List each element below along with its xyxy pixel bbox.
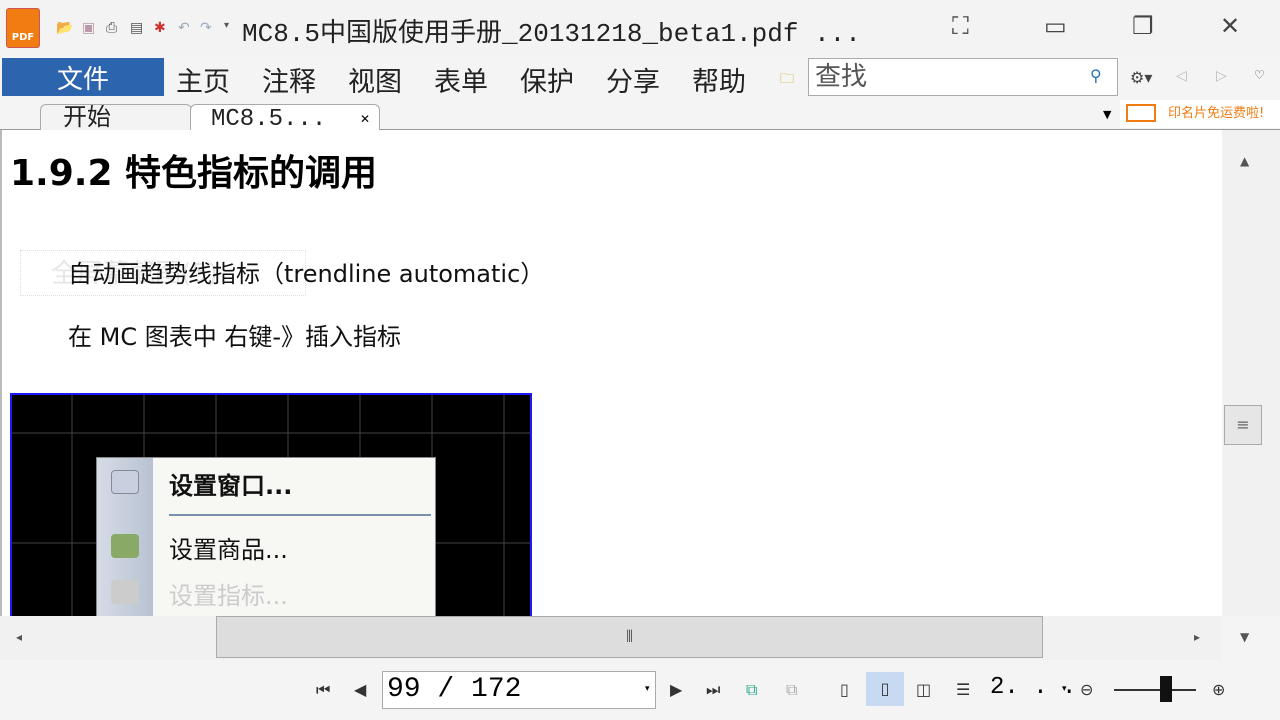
search-icon[interactable]: ⚲ [1090,66,1102,85]
print-icon[interactable]: ⎙ [106,20,117,36]
restore-icon[interactable]: ❐ [1132,12,1154,40]
zoom-in-icon[interactable]: ⊕ [1212,680,1225,699]
menu-view[interactable]: 视图 [348,60,402,99]
context-item-indicator: 设置指标... [169,582,288,610]
facing-pages-icon[interactable]: ◫ [916,680,931,699]
context-item-window: 设置窗口... [169,472,293,500]
horizontal-scroll-thumb[interactable]: ⦀ [216,616,1043,658]
new-icon[interactable]: ✱ [154,20,166,36]
zoom-slider-thumb[interactable] [1160,676,1172,702]
zoom-dropdown-icon[interactable]: ▾ [1062,684,1067,694]
business-card-icon [1126,104,1156,122]
embedded-screenshot: 设置窗口... 设置商品... 设置指标... [10,393,532,616]
menu-file[interactable]: 文件 [2,58,164,96]
save-icon[interactable]: ▣ [82,20,95,36]
zoom-slider[interactable] [1114,689,1196,691]
continuous-facing-icon[interactable]: ☰ [956,680,970,699]
minimize-icon[interactable]: ▭ [1044,12,1067,40]
menu-comment[interactable]: 注释 [262,60,316,99]
vertical-scrollbar[interactable] [1222,130,1280,616]
gear-icon[interactable]: ⚙▾ [1130,68,1152,87]
symbol-settings-icon [111,534,139,558]
window-title: MC8.5中国版使用手册_20131218_beta1.pdf ... [242,19,861,49]
menu-share[interactable]: 分享 [606,60,660,99]
app-logo: PDF [6,8,40,48]
folder-search-icon[interactable]: 🗀 [780,68,794,92]
previous-view-icon[interactable]: ⧉ [746,680,757,700]
menu-separator [169,514,431,516]
customize-dropdown-icon[interactable]: ▾ [224,20,229,31]
window-settings-icon [111,470,139,494]
paragraph-insert-indicator: 在 MC 图表中 右键-》插入指标 [68,323,402,351]
scroll-left-icon[interactable]: ◂ [16,630,22,644]
close-icon[interactable]: ✕ [1220,12,1240,40]
tab-list-dropdown-icon[interactable]: ▼ [1103,108,1111,121]
properties-icon[interactable]: ▤ [130,20,143,36]
search-input[interactable]: 查找 [808,58,1118,96]
tab-document[interactable]: MC8.5... [190,104,380,130]
first-page-icon[interactable]: ⏮ [316,680,330,700]
menu-form[interactable]: 表单 [434,60,488,99]
next-page-icon[interactable]: ▶ [670,680,682,699]
forward-icon[interactable]: ▷ [1216,68,1227,84]
section-heading: 1.9.2 特色指标的调用 [10,153,378,194]
vertical-scroll-thumb[interactable]: ≡ [1224,405,1262,445]
indicator-settings-icon [111,580,139,604]
next-view-icon[interactable]: ⧉ [786,680,797,700]
scroll-up-icon[interactable]: ▲ [1240,154,1249,168]
menu-home[interactable]: 主页 [176,60,230,99]
scroll-right-icon[interactable]: ▸ [1194,630,1200,644]
tab-close-icon[interactable]: ✕ [360,112,370,126]
paragraph-trendline: 自动画趋势线指标（trendline automatic） [68,260,545,288]
context-item-symbol: 设置商品... [169,536,288,564]
zoom-out-icon[interactable]: ⊖ [1080,680,1093,699]
fullscreen-icon[interactable]: ⛶ [952,12,969,40]
document-page: 1.9.2 特色指标的调用 全屏幕截图(5) 自动画趋势线指标（trendlin… [0,130,1222,616]
context-menu-image: 设置窗口... 设置商品... 设置指标... [96,457,436,616]
scroll-down-icon[interactable]: ▼ [1240,630,1249,644]
menu-protect[interactable]: 保护 [520,60,574,99]
ribbon-collapse-icon[interactable]: ♡ [1254,68,1265,82]
menu-help[interactable]: 帮助 [692,60,746,99]
continuous-page-icon[interactable]: ▯ [866,672,904,706]
back-icon[interactable]: ◁ [1176,68,1187,84]
redo-icon[interactable]: ↷ [200,20,212,36]
page-dropdown-icon[interactable]: ▾ [645,684,650,694]
tab-start[interactable]: 开始 [40,104,192,130]
single-page-icon[interactable]: ▯ [840,680,849,699]
prev-page-icon[interactable]: ◀ [354,680,366,699]
open-icon[interactable]: 📂 [56,20,73,36]
undo-icon[interactable]: ↶ [178,20,190,36]
page-number-input[interactable]: 99 / 172 [382,671,656,709]
last-page-icon[interactable]: ⏭ [706,680,720,700]
